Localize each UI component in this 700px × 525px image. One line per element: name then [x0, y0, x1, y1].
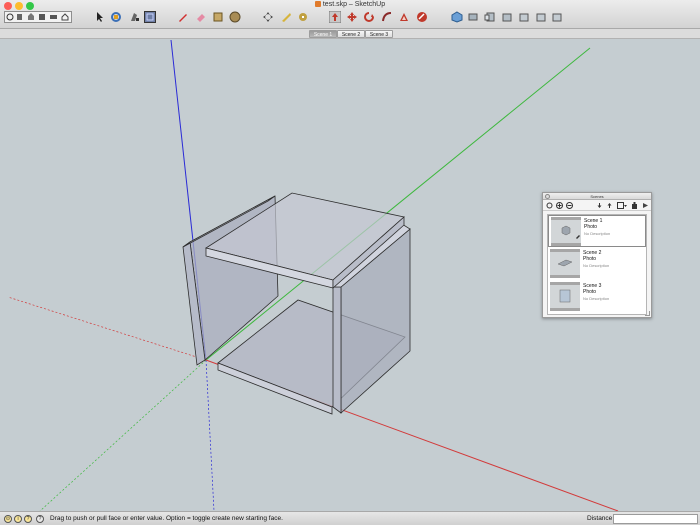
move-up-icon[interactable] — [606, 202, 613, 209]
scene-tabs-bar: Scene 1 Scene 2 Scene 3 — [0, 29, 700, 39]
geo-location-icon[interactable]: ⊙ — [4, 515, 12, 523]
green-axis-negative — [39, 359, 207, 511]
save-icon[interactable] — [39, 14, 45, 20]
expand-icon[interactable] — [642, 202, 649, 209]
blue-axis-negative — [205, 359, 215, 511]
scene-type: Photo — [584, 224, 598, 230]
status-bar: ⊙ i ? ? Drag to push or pull face or ent… — [0, 511, 700, 525]
close-icon[interactable] — [545, 194, 550, 199]
refresh-icon[interactable] — [546, 202, 553, 209]
move-icon[interactable] — [262, 11, 274, 23]
scene-thumbnail — [550, 249, 580, 278]
red-axis-negative — [7, 296, 207, 361]
window-title-text: test.skp – SketchUp — [322, 1, 386, 8]
resize-grip[interactable] — [645, 311, 650, 316]
push-pull-icon[interactable] — [329, 11, 341, 23]
scene-description: No Description — [583, 296, 610, 301]
print-icon[interactable] — [50, 15, 57, 19]
tape-measure-icon[interactable] — [280, 11, 292, 23]
left-view-icon[interactable] — [535, 11, 547, 23]
cube-thumbnail-icon — [561, 225, 580, 239]
scene-list: Scene 1 Photo No Description Scene 2 Pho… — [547, 214, 647, 315]
title-bar: test.skp – SketchUp — [0, 0, 700, 29]
scenes-panel-title: Scenes — [590, 194, 604, 199]
dimension-icon[interactable] — [297, 11, 309, 23]
bottom-view-icon[interactable] — [551, 11, 563, 23]
distance-input[interactable] — [613, 514, 698, 524]
scenes-panel: Scenes Scene 1 Photo No Description Scen… — [542, 192, 652, 318]
scene-row-1[interactable]: Scene 1 Photo No Description — [548, 215, 646, 247]
component-icon[interactable] — [144, 11, 156, 23]
move-down-icon[interactable] — [596, 202, 603, 209]
scene-type: Photo — [583, 289, 597, 295]
pencil-icon[interactable] — [177, 11, 189, 23]
instructor-icon[interactable]: ? — [36, 515, 44, 523]
right-view-icon[interactable] — [501, 11, 513, 23]
eraser-icon[interactable] — [195, 11, 207, 23]
details-icon[interactable] — [631, 202, 638, 209]
scale-icon[interactable] — [416, 11, 428, 23]
scene-tab-1[interactable]: Scene 1 — [309, 30, 337, 38]
large-tool-set-group — [4, 11, 72, 23]
status-message: Drag to push or pull face or enter value… — [50, 515, 283, 522]
scenes-panel-titlebar: Scenes — [543, 193, 651, 200]
scene-thumbnail — [551, 217, 581, 246]
front-view-icon[interactable] — [484, 11, 496, 23]
scene-row-3[interactable]: Scene 3 Photo No Description — [548, 281, 646, 313]
user-icon[interactable]: ? — [24, 515, 32, 523]
scene-thumbnail — [550, 282, 580, 311]
remove-scene-icon[interactable] — [566, 202, 573, 209]
scenes-toolbar — [543, 200, 651, 211]
sketchup-window: test.skp – SketchUp Scene 1 Scene 2 Scen… — [0, 0, 700, 525]
move-arrows-icon[interactable] — [346, 11, 358, 23]
distance-label: Distance — [587, 515, 613, 522]
top-view-icon[interactable] — [467, 11, 479, 23]
window-title: test.skp – SketchUp — [0, 1, 700, 8]
rectangle-icon[interactable] — [212, 11, 224, 23]
open-file-icon[interactable] — [17, 14, 22, 20]
orbit-tool-icon[interactable] — [110, 11, 122, 23]
paint-bucket-icon[interactable] — [128, 11, 140, 23]
document-icon — [314, 1, 321, 7]
scene-description: No Description — [583, 263, 610, 268]
back-view-icon[interactable] — [518, 11, 530, 23]
circle-icon[interactable] — [229, 11, 241, 23]
scene-type: Photo — [583, 256, 597, 262]
add-scene-icon[interactable] — [556, 202, 563, 209]
scene-description: No Description — [584, 231, 611, 236]
scene-row-2[interactable]: Scene 2 Photo No Description — [548, 248, 646, 280]
plane-thumbnail-icon — [557, 259, 573, 267]
iso-view-icon[interactable] — [451, 11, 463, 23]
credits-icon[interactable]: i — [14, 515, 22, 523]
select-tool-icon[interactable] — [94, 11, 106, 23]
front-thumbnail-icon — [559, 289, 571, 303]
follow-me-icon[interactable] — [381, 11, 393, 23]
scene-tab-3[interactable]: Scene 3 — [365, 30, 393, 38]
scene-tab-2[interactable]: Scene 2 — [337, 30, 365, 38]
offset-icon[interactable] — [398, 11, 410, 23]
view-options-icon[interactable] — [617, 202, 627, 209]
rotate-icon[interactable] — [363, 11, 375, 23]
